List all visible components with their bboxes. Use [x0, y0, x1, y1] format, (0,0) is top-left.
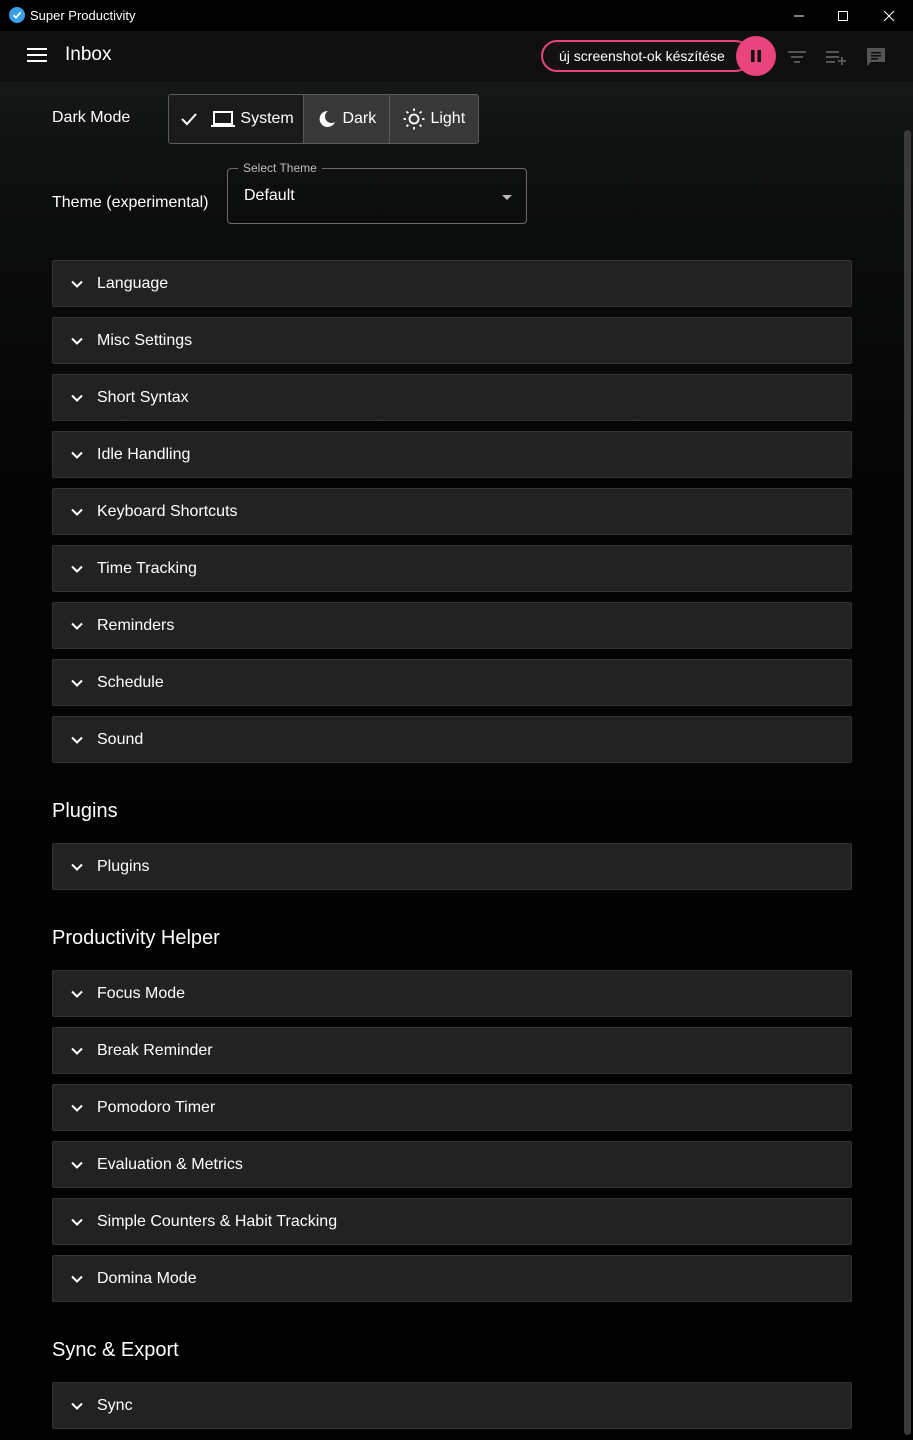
chevron-down-icon	[71, 1275, 83, 1283]
settings-panel-keyboard-shortcuts[interactable]: Keyboard Shortcuts	[52, 488, 852, 535]
laptop-icon	[211, 111, 236, 127]
hamburger-menu-icon[interactable]	[27, 47, 47, 63]
panel-label: Misc Settings	[97, 331, 193, 349]
settings-panel-evaluation-and-metrics[interactable]: Evaluation & Metrics	[52, 1141, 852, 1188]
panel-label: Time Tracking	[97, 559, 197, 577]
close-window-button[interactable]	[866, 0, 912, 31]
settings-panel-time-tracking[interactable]: Time Tracking	[52, 545, 852, 592]
settings-panel-sound[interactable]: Sound	[52, 716, 852, 763]
settings-panel-pomodoro-timer[interactable]: Pomodoro Timer	[52, 1084, 852, 1131]
section-title-productivity-helper: Productivity Helper	[52, 927, 220, 949]
settings-panel-language[interactable]: Language	[52, 260, 852, 307]
settings-panel-simple-counters-and-habit-tracking[interactable]: Simple Counters & Habit Tracking	[52, 1198, 852, 1245]
window-titlebar: Super Productivity	[0, 0, 913, 31]
app-logo-icon	[9, 7, 25, 23]
maximize-button[interactable]	[820, 0, 866, 31]
scrollbar[interactable]	[904, 130, 911, 1435]
theme-label: Theme (experimental)	[52, 194, 209, 211]
settings-panel-idle-handling[interactable]: Idle Handling	[52, 431, 852, 478]
minimize-button[interactable]	[776, 0, 822, 31]
dark-mode-dark-button[interactable]: Dark	[304, 95, 390, 143]
chevron-down-icon	[71, 1104, 83, 1112]
panel-label: Sync	[97, 1396, 133, 1414]
chevron-down-icon	[71, 622, 83, 630]
dropdown-arrow-icon	[502, 195, 512, 200]
panel-label: Evaluation & Metrics	[97, 1155, 243, 1173]
section-title-sync-export: Sync & Export	[52, 1339, 179, 1361]
panel-label: Break Reminder	[97, 1041, 213, 1059]
chevron-down-icon	[71, 508, 83, 516]
chevron-down-icon	[71, 451, 83, 459]
moon-icon	[320, 110, 336, 127]
chevron-down-icon	[71, 990, 83, 998]
dark-mode-light-button[interactable]: Light	[389, 95, 478, 143]
chevron-down-icon	[71, 565, 83, 573]
settings-panel-break-reminder[interactable]: Break Reminder	[52, 1027, 852, 1074]
settings-panel-sync[interactable]: Sync	[52, 1382, 852, 1429]
recording-label: új screenshot-ok készítése	[559, 48, 725, 64]
chevron-down-icon	[71, 1218, 83, 1226]
theme-select[interactable]: Select Theme Default	[227, 161, 527, 224]
dark-mode-toggle-group: System Dark Light	[168, 94, 479, 144]
pause-button[interactable]	[736, 36, 776, 76]
panel-label: Keyboard Shortcuts	[97, 502, 238, 520]
sun-icon	[403, 108, 425, 130]
settings-panel-plugins[interactable]: Plugins	[52, 843, 852, 890]
system-label: System	[240, 110, 294, 127]
light-label: Light	[430, 110, 466, 127]
theme-select-value: Default	[244, 187, 295, 204]
chevron-down-icon	[71, 280, 83, 288]
chevron-down-icon	[71, 1402, 83, 1410]
chevron-down-icon	[71, 863, 83, 871]
chevron-down-icon	[71, 736, 83, 744]
settings-panel-domina-mode[interactable]: Domina Mode	[52, 1255, 852, 1302]
settings-panel-short-syntax[interactable]: Short Syntax	[52, 374, 852, 421]
panel-label: Simple Counters & Habit Tracking	[97, 1212, 338, 1230]
screenshot-recording-pill[interactable]: új screenshot-ok készítése	[541, 40, 751, 72]
notes-icon[interactable]	[864, 45, 888, 69]
panel-label: Short Syntax	[97, 388, 189, 406]
chevron-down-icon	[71, 1161, 83, 1169]
chevron-down-icon	[71, 679, 83, 687]
filter-icon[interactable]	[785, 45, 809, 69]
panel-label: Domina Mode	[97, 1269, 197, 1287]
add-task-icon[interactable]	[824, 45, 848, 69]
settings-panel-focus-mode[interactable]: Focus Mode	[52, 970, 852, 1017]
panel-label: Focus Mode	[97, 984, 186, 1002]
panel-label: Plugins	[97, 857, 150, 875]
app-header: Inbox új screenshot-ok készítése	[0, 31, 913, 81]
window-title: Super Productivity	[30, 8, 136, 23]
panel-label: Schedule	[97, 673, 164, 691]
settings-panel-reminders[interactable]: Reminders	[52, 602, 852, 649]
settings-panel-schedule[interactable]: Schedule	[52, 659, 852, 706]
panel-label: Sound	[97, 730, 144, 748]
settings-panel-misc-settings[interactable]: Misc Settings	[52, 317, 852, 364]
chevron-down-icon	[71, 394, 83, 402]
panel-label: Pomodoro Timer	[97, 1098, 216, 1116]
dark-label: Dark	[342, 110, 377, 127]
section-title-plugins: Plugins	[52, 800, 118, 822]
page-title: Inbox	[65, 44, 112, 65]
pause-icon	[751, 50, 761, 62]
panel-label: Language	[97, 274, 169, 292]
chevron-down-icon	[71, 1047, 83, 1055]
theme-select-legend: Select Theme	[238, 161, 322, 175]
panel-label: Idle Handling	[97, 445, 191, 463]
dark-mode-system-button[interactable]: System	[169, 95, 305, 143]
chevron-down-icon	[71, 337, 83, 345]
dark-mode-label: Dark Mode	[52, 109, 131, 126]
panel-label: Reminders	[97, 616, 175, 634]
check-icon	[181, 113, 198, 126]
